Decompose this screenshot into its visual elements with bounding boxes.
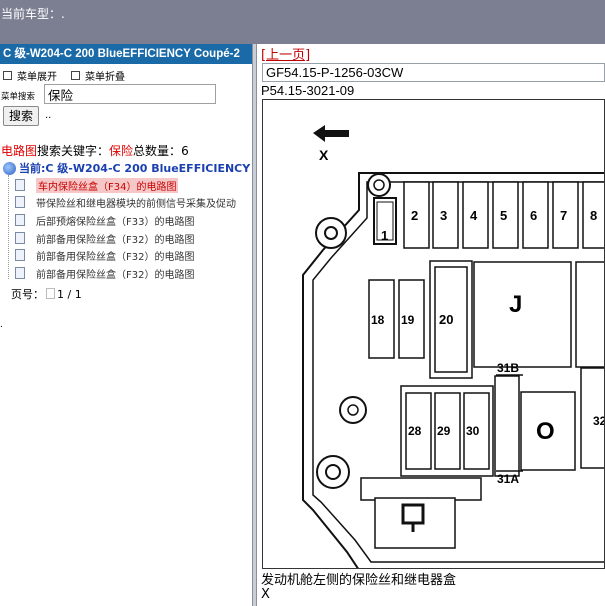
menu-collapse-control[interactable]: 菜单折叠 xyxy=(71,68,125,83)
results-count-label: 总数量： xyxy=(133,144,182,158)
fuse-label: 2 xyxy=(411,208,418,223)
search-input[interactable] xyxy=(44,84,216,104)
relay-label: J xyxy=(509,291,522,318)
prev-page-link[interactable]: [上一页] xyxy=(261,44,310,63)
document-code-field: GF54.15-P-1256-03CW xyxy=(262,63,605,82)
results-category[interactable]: 电路图 xyxy=(1,144,37,158)
list-item-label: 带保险丝和继电器模块的前侧信号采集及促动 xyxy=(36,198,236,210)
terminal-label: 31B xyxy=(497,361,519,375)
tree-root-icon xyxy=(3,161,16,175)
fuse-label: 3 xyxy=(440,208,447,223)
list-item[interactable]: 后部预熔保险丝盒（F33）的电路图 xyxy=(15,212,252,228)
collapse-square-icon xyxy=(71,71,80,80)
list-item-label: 前部备用保险丝盒（F32）的电路图 xyxy=(36,234,195,246)
list-item-label: 前部备用保险丝盒（F32）的电路图 xyxy=(36,251,195,263)
fuse-label: 18 xyxy=(371,313,385,327)
mount-circle xyxy=(316,455,350,489)
fuse-box-diagram: X 1 2 3 4 5 6 7 8 18 19 20 J 31B 31A 28 … xyxy=(262,99,605,569)
fuse-label: 30 xyxy=(466,424,480,438)
search-label: 菜单搜索 xyxy=(1,92,36,102)
fuse-label: 20 xyxy=(439,312,453,327)
left-panel: C 级-W204-C 200 BlueEFFICIENCY Coupé-2 菜单… xyxy=(0,44,252,606)
document-icon xyxy=(15,214,25,226)
document-icon xyxy=(15,196,25,208)
fuse-label: 4 xyxy=(470,208,478,223)
diagram-caption-x: X xyxy=(261,587,270,602)
relay-label: O xyxy=(536,418,555,445)
diagram-caption: 发动机舱左侧的保险丝和继电器盒 xyxy=(261,573,457,588)
menu-collapse-label: 菜单折叠 xyxy=(85,72,125,83)
fuse-label: 7 xyxy=(560,208,567,223)
diagram-code: P54.15-3021-09 xyxy=(261,83,355,98)
fuse-label: 32 xyxy=(593,414,605,428)
mount-circle xyxy=(367,173,391,197)
list-item-label: 后部预熔保险丝盒（F33）的电路图 xyxy=(36,216,195,228)
top-bar: 当前车型：. xyxy=(0,0,605,44)
diagram-x-label: X xyxy=(319,147,329,163)
page-box-icon[interactable] xyxy=(46,288,55,299)
model-header: C 级-W204-C 200 BlueEFFICIENCY Coupé-2 xyxy=(0,44,252,64)
fuse-label: 6 xyxy=(530,208,537,223)
current-vehicle-label: 当前车型：. xyxy=(1,7,65,21)
pager: 页号： 1 / 1 xyxy=(11,286,82,302)
fuse-label: 28 xyxy=(408,424,422,438)
mount-circle xyxy=(339,396,367,424)
direction-arrow-icon xyxy=(313,125,349,142)
tree-root-label: 当前:C 级-W204-C 200 BlueEFFICIENCY xyxy=(19,162,251,175)
results-summary: 电路图搜索关键字：保险总数量：6 xyxy=(1,142,189,159)
list-item[interactable]: 车内保险丝盒（F34）的电路图 xyxy=(15,177,252,193)
expand-square-icon xyxy=(3,71,12,80)
list-item-label: 前部备用保险丝盒（F32）的电路图 xyxy=(36,269,195,281)
document-icon xyxy=(15,232,25,244)
list-item[interactable]: 前部备用保险丝盒（F32）的电路图 xyxy=(15,230,252,246)
document-icon xyxy=(15,267,25,279)
document-icon xyxy=(15,249,25,261)
terminal-label: 31A xyxy=(497,472,519,486)
pager-value: 1 / 1 xyxy=(57,288,82,301)
menu-controls: 菜单展开 菜单折叠 xyxy=(3,68,125,83)
results-keyword: 保险 xyxy=(109,144,134,158)
menu-expand-control[interactable]: 菜单展开 xyxy=(3,68,57,83)
pager-label: 页号： xyxy=(11,288,44,301)
fuse-box-svg: X 1 2 3 4 5 6 7 8 18 19 20 J 31B 31A 28 … xyxy=(302,125,605,568)
search-dots: .. xyxy=(45,110,52,121)
fuse-label: 19 xyxy=(401,313,415,327)
menu-expand-label: 菜单展开 xyxy=(17,72,57,83)
list-item-label: 车内保险丝盒（F34）的电路图 xyxy=(36,177,179,193)
list-item[interactable]: 带保险丝和继电器模块的前侧信号采集及促动 xyxy=(15,194,252,210)
list-item[interactable]: 前部备用保险丝盒（F32）的电路图 xyxy=(15,247,252,263)
fuse-label: 5 xyxy=(500,208,507,223)
tree-root[interactable]: 当前:C 级-W204-C 200 BlueEFFICIENCY xyxy=(3,160,252,176)
document-icon xyxy=(15,179,25,191)
fuse-label: 29 xyxy=(437,424,451,438)
mount-circle xyxy=(315,217,347,249)
fuse-label: 8 xyxy=(590,208,597,223)
search-button[interactable]: 搜索 xyxy=(3,106,39,126)
right-panel: [上一页] GF54.15-P-1256-03CW P54.15-3021-09… xyxy=(257,44,605,606)
list-item[interactable]: 前部备用保险丝盒（F32）的电路图 xyxy=(15,265,252,281)
fuse-label: 1 xyxy=(381,228,388,243)
results-keyword-label: 搜索关键字： xyxy=(37,144,110,158)
bottom-dot: . xyxy=(0,320,3,330)
results-count: 6 xyxy=(181,144,189,158)
